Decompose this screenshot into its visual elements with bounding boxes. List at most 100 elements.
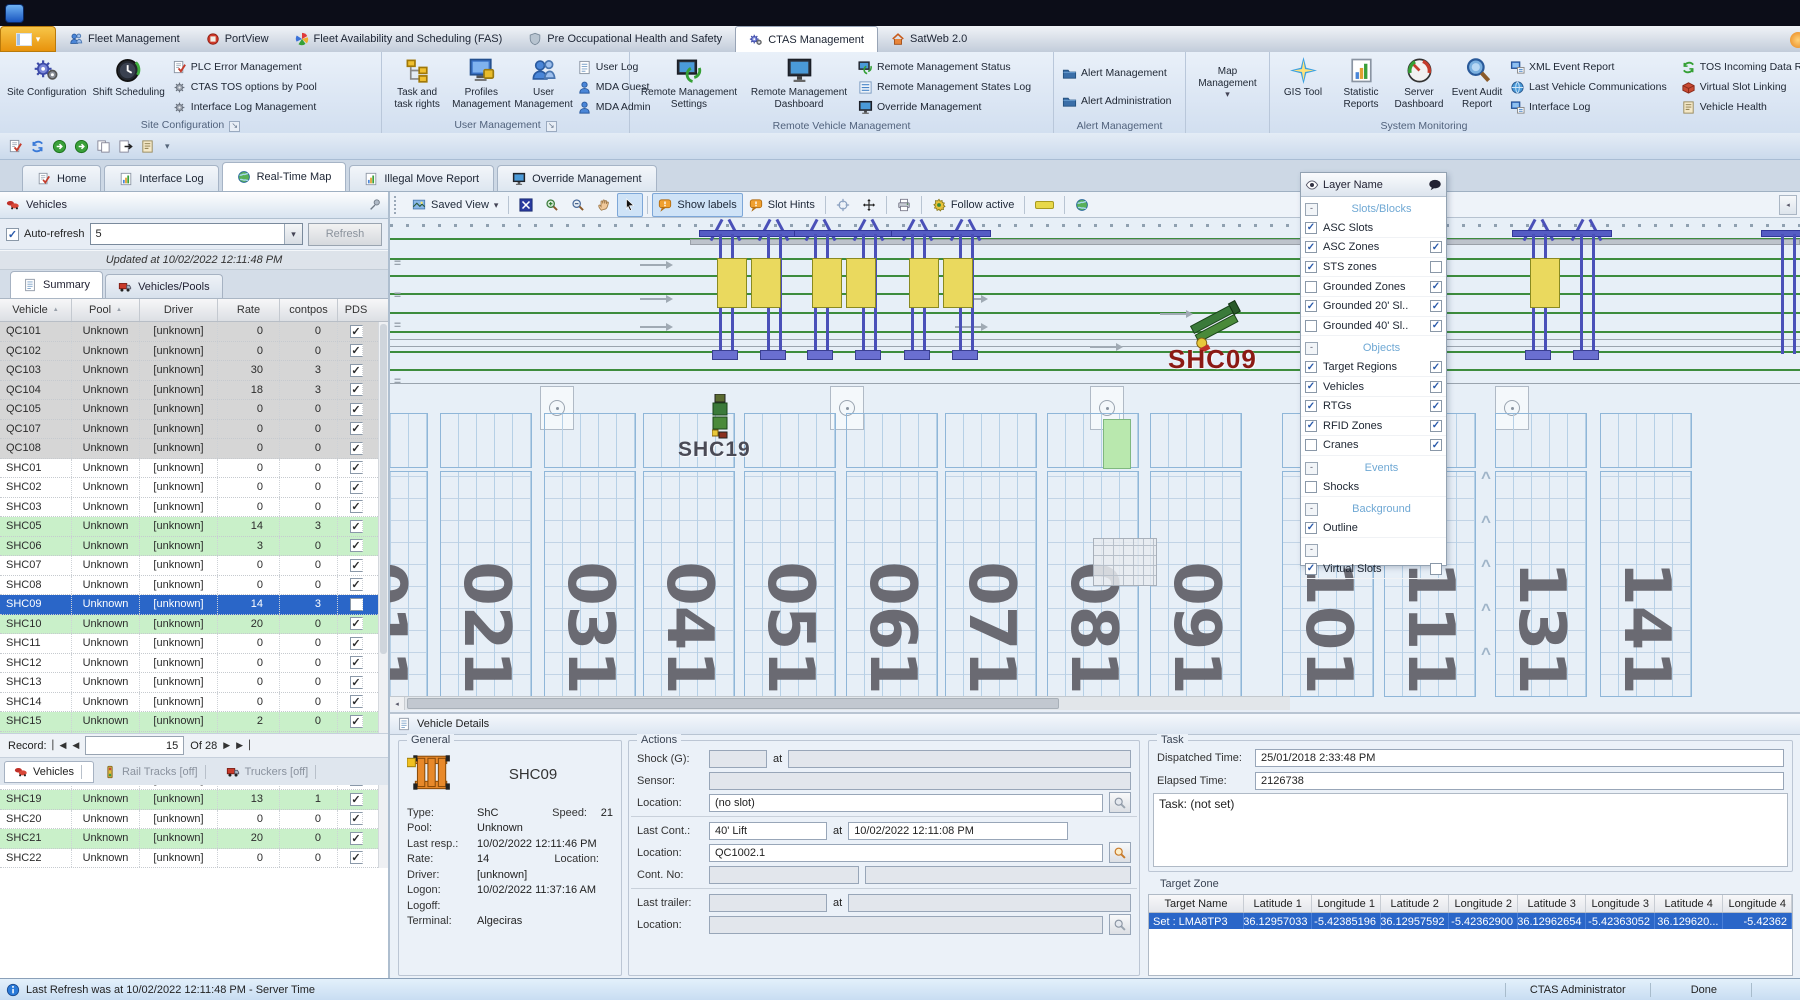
ribbon-small-button[interactable]: Interface Log (1510, 97, 1667, 117)
center-view-button[interactable] (830, 193, 856, 217)
ribbon-small-button[interactable]: Alert Administration (1062, 91, 1171, 111)
vehicle-row[interactable]: SHC05 Unknown [unknown] 14 3 (0, 517, 388, 537)
show-labels-toggle[interactable]: Show labels (652, 193, 742, 217)
layer-visibility-checkbox[interactable] (1305, 420, 1317, 432)
follow-active-toggle[interactable]: Follow active (926, 193, 1021, 217)
collapse-icon[interactable]: - (1305, 544, 1318, 557)
ribbon-tab[interactable]: Fleet Management (56, 26, 193, 52)
quick-access-button[interactable] (49, 136, 69, 156)
document-tab[interactable]: Illegal Move Report (349, 165, 494, 191)
horizontal-scrollbar[interactable] (390, 696, 1290, 710)
layer-row[interactable]: - Outline (1301, 519, 1446, 539)
collapse-icon[interactable]: - (1305, 462, 1318, 475)
pds-checkbox[interactable] (350, 422, 363, 435)
select-tool-button[interactable] (617, 193, 643, 217)
vehicle-row[interactable]: SHC20 Unknown [unknown] 0 0 (0, 810, 388, 830)
ribbon-small-button[interactable]: PLC Error Management (172, 57, 317, 77)
quick-access-button[interactable] (115, 136, 135, 156)
slot-hints-toggle[interactable]: Slot Hints (743, 193, 821, 217)
move-mode-button[interactable] (856, 193, 882, 217)
last-container-time-input[interactable]: 10/02/2022 12:11:08 PM (848, 822, 1068, 840)
layer-row[interactable]: - (1301, 541, 1446, 560)
pds-checkbox[interactable] (350, 598, 363, 611)
ribbon-small-button[interactable]: Override Management (858, 97, 1031, 117)
layer-labels-checkbox[interactable] (1430, 439, 1442, 451)
pds-checkbox[interactable] (350, 637, 363, 650)
ribbon-large-button[interactable]: Statistic Reports (1332, 55, 1390, 112)
ribbon-small-button[interactable]: Virtual Slot Linking (1681, 77, 1800, 97)
ribbon-small-button[interactable]: Alert Management (1062, 63, 1171, 83)
measure-button[interactable] (1029, 193, 1060, 217)
pds-checkbox[interactable] (350, 344, 363, 357)
ribbon-tab[interactable]: CTAS Management (735, 26, 878, 52)
layer-visibility-checkbox[interactable] (1305, 481, 1317, 493)
vehicle-table-header[interactable]: VehiclePoolDriverRatecontposPDS (0, 299, 388, 322)
ribbon-large-button[interactable]: Site Configuration (4, 55, 90, 101)
pds-checkbox[interactable] (350, 520, 363, 533)
layer-labels-checkbox[interactable] (1430, 563, 1442, 575)
layer-visibility-checkbox[interactable] (1305, 400, 1317, 412)
vehicle-row[interactable]: SHC09 Unknown [unknown] 14 3 (0, 595, 388, 615)
layer-row[interactable]: - Events (1301, 459, 1446, 478)
dialog-launcher-icon[interactable]: ↘ (229, 121, 240, 132)
layer-visibility-checkbox[interactable] (1305, 439, 1317, 451)
vehicle-row[interactable]: QC101 Unknown [unknown] 0 0 (0, 322, 388, 342)
vehicle-row[interactable]: QC102 Unknown [unknown] 0 0 (0, 342, 388, 362)
quick-access-button[interactable] (137, 136, 157, 156)
vehicle-row[interactable]: SHC19 Unknown [unknown] 13 1 (0, 790, 388, 810)
vehicle-row[interactable]: SHC08 Unknown [unknown] 0 0 (0, 576, 388, 596)
pds-checkbox[interactable] (350, 461, 363, 474)
ribbon-large-button[interactable]: Event Audit Report (1448, 55, 1506, 112)
layer-visibility-checkbox[interactable] (1305, 522, 1317, 534)
layer-visibility-checkbox[interactable] (1305, 361, 1317, 373)
vehicle-row[interactable]: QC108 Unknown [unknown] 0 0 (0, 439, 388, 459)
print-button[interactable] (891, 193, 917, 217)
vehicle-row[interactable]: SHC10 Unknown [unknown] 20 0 (0, 615, 388, 635)
map-canvas[interactable]: 011 021 031 041 (390, 218, 1800, 710)
ribbon-tab[interactable]: Fleet Availability and Scheduling (FAS) (282, 26, 516, 52)
layer-visibility-checkbox[interactable] (1305, 261, 1317, 273)
layer-labels-checkbox[interactable] (1430, 320, 1442, 332)
last-trailer-time-input[interactable] (848, 894, 1131, 912)
layer-labels-checkbox[interactable] (1430, 381, 1442, 393)
ribbon-small-button[interactable]: XML Event Report (1510, 57, 1667, 77)
vehicle-row[interactable]: SHC21 Unknown [unknown] 20 0 (0, 829, 388, 849)
bottom-tab[interactable]: Vehicles (4, 761, 94, 783)
location-input[interactable]: (no slot) (709, 794, 1103, 812)
layer-visibility-checkbox[interactable] (1305, 300, 1317, 312)
pds-checkbox[interactable] (350, 383, 363, 396)
collapse-icon[interactable]: - (1305, 342, 1318, 355)
layer-labels-checkbox[interactable] (1430, 241, 1442, 253)
vehicle-row[interactable]: SHC14 Unknown [unknown] 0 0 (0, 693, 388, 713)
pan-tool-button[interactable] (591, 193, 617, 217)
layer-visibility-checkbox[interactable] (1305, 241, 1317, 253)
pds-checkbox[interactable] (350, 559, 363, 572)
document-tab[interactable]: Interface Log (104, 165, 218, 191)
ribbon-tab[interactable]: PortView (193, 26, 282, 52)
quick-access-button[interactable] (27, 136, 47, 156)
location-search-button[interactable] (1109, 792, 1131, 813)
label-bubble-icon[interactable] (1428, 178, 1442, 192)
layer-labels-checkbox[interactable] (1430, 300, 1442, 312)
auto-refresh-input[interactable]: 5 (90, 223, 303, 245)
ribbon-large-button[interactable]: Task and task rights (386, 55, 448, 112)
ribbon-large-button[interactable]: Remote Management Dashboard (744, 55, 854, 112)
last-container-input[interactable]: 40' Lift (709, 822, 827, 840)
chevron-down-icon[interactable] (284, 224, 302, 244)
container-location-input[interactable]: QC1002.1 (709, 844, 1103, 862)
layer-visibility-checkbox[interactable] (1305, 320, 1317, 332)
pds-checkbox[interactable] (350, 676, 363, 689)
collapse-icon[interactable]: - (1305, 503, 1318, 516)
vehicle-row[interactable]: QC107 Unknown [unknown] 0 0 (0, 420, 388, 440)
record-number-input[interactable]: 15 (85, 736, 184, 755)
pds-checkbox[interactable] (350, 851, 363, 864)
container-number-input[interactable] (709, 866, 859, 884)
saved-view-button[interactable]: Saved View (406, 193, 504, 217)
ribbon-large-button[interactable]: Profiles Management (448, 55, 514, 112)
layer-row[interactable]: - ASC Slots (1301, 219, 1446, 239)
fit-to-window-button[interactable] (513, 193, 539, 217)
ribbon-tab[interactable]: Pre Occupational Health and Safety (515, 26, 735, 52)
vehicle-row[interactable]: SHC06 Unknown [unknown] 3 0 (0, 537, 388, 557)
sensor-input[interactable] (709, 772, 1131, 790)
vehicle-row[interactable]: SHC03 Unknown [unknown] 0 0 (0, 498, 388, 518)
